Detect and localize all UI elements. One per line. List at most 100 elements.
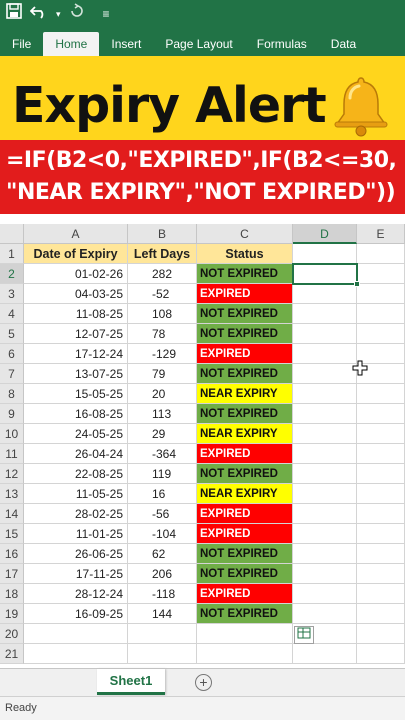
cell[interactable] [357, 264, 405, 284]
select-all-corner[interactable] [0, 224, 24, 244]
active-cell-d2[interactable] [292, 263, 358, 285]
tab-data[interactable]: Data [319, 32, 368, 56]
row-header[interactable]: 10 [0, 424, 24, 444]
cell[interactable] [293, 364, 357, 384]
cell[interactable] [128, 644, 197, 664]
cell[interactable] [357, 524, 405, 544]
tab-insert[interactable]: Insert [99, 32, 153, 56]
cell[interactable] [293, 544, 357, 564]
status-cell[interactable]: EXPIRED [197, 524, 293, 544]
column-header-d[interactable]: D [293, 224, 357, 244]
cell[interactable] [357, 404, 405, 424]
undo-icon[interactable] [29, 0, 48, 28]
row-header[interactable]: 19 [0, 604, 24, 624]
status-cell[interactable]: NOT EXPIRED [197, 544, 293, 564]
date-cell[interactable]: 17-11-25 [24, 564, 128, 584]
cell[interactable] [293, 504, 357, 524]
status-cell[interactable]: NOT EXPIRED [197, 264, 293, 284]
status-cell[interactable]: NOT EXPIRED [197, 324, 293, 344]
cell[interactable] [357, 564, 405, 584]
cell[interactable] [293, 384, 357, 404]
row-header[interactable]: 11 [0, 444, 24, 464]
cell[interactable] [293, 584, 357, 604]
date-cell[interactable]: 12-07-25 [24, 324, 128, 344]
cell[interactable] [357, 424, 405, 444]
redo-icon[interactable] [69, 0, 85, 28]
date-cell[interactable]: 01-02-26 [24, 264, 128, 284]
row-header[interactable]: 21 [0, 644, 24, 664]
sheet-tab-sheet1[interactable]: Sheet1 [97, 669, 165, 695]
status-cell[interactable]: NEAR EXPIRY [197, 484, 293, 504]
left-days-cell[interactable]: 144 [128, 604, 197, 624]
column-header-c[interactable]: C [197, 224, 293, 244]
fill-handle[interactable] [354, 281, 360, 287]
status-cell[interactable]: EXPIRED [197, 504, 293, 524]
date-cell[interactable]: 28-02-25 [24, 504, 128, 524]
header-cell-date-of-expiry[interactable]: Date of Expiry [24, 244, 128, 264]
tab-file[interactable]: File [0, 32, 43, 56]
left-days-cell[interactable]: 206 [128, 564, 197, 584]
row-header[interactable]: 16 [0, 544, 24, 564]
left-days-cell[interactable]: -129 [128, 344, 197, 364]
cell[interactable] [24, 644, 128, 664]
date-cell[interactable]: 04-03-25 [24, 284, 128, 304]
row-header[interactable]: 8 [0, 384, 24, 404]
left-days-cell[interactable]: 79 [128, 364, 197, 384]
cell[interactable] [197, 624, 293, 644]
date-cell[interactable]: 11-01-25 [24, 524, 128, 544]
status-cell[interactable]: EXPIRED [197, 344, 293, 364]
left-days-cell[interactable]: 29 [128, 424, 197, 444]
row-header[interactable]: 12 [0, 464, 24, 484]
column-header-e[interactable]: E [357, 224, 405, 244]
undo-dropdown-icon[interactable]: ▾ [56, 9, 61, 20]
left-days-cell[interactable]: -118 [128, 584, 197, 604]
left-days-cell[interactable]: 113 [128, 404, 197, 424]
row-header[interactable]: 2 [0, 264, 24, 284]
date-cell[interactable]: 13-07-25 [24, 364, 128, 384]
row-header[interactable]: 1 [0, 244, 24, 264]
cell[interactable] [357, 644, 405, 664]
date-cell[interactable]: 11-05-25 [24, 484, 128, 504]
row-header[interactable]: 3 [0, 284, 24, 304]
save-icon[interactable] [6, 0, 22, 28]
row-header[interactable]: 15 [0, 524, 24, 544]
cell[interactable] [293, 644, 357, 664]
date-cell[interactable]: 22-08-25 [24, 464, 128, 484]
tab-home[interactable]: Home [43, 32, 100, 56]
cell[interactable] [357, 384, 405, 404]
left-days-cell[interactable]: -364 [128, 444, 197, 464]
row-header[interactable]: 4 [0, 304, 24, 324]
column-header-b[interactable]: B [128, 224, 197, 244]
date-cell[interactable]: 15-05-25 [24, 384, 128, 404]
cell[interactable] [197, 644, 293, 664]
left-days-cell[interactable]: -104 [128, 524, 197, 544]
cell[interactable] [357, 484, 405, 504]
row-header[interactable]: 20 [0, 624, 24, 644]
cell[interactable] [357, 284, 405, 304]
status-cell[interactable]: EXPIRED [197, 444, 293, 464]
left-days-cell[interactable]: 16 [128, 484, 197, 504]
row-header[interactable]: 6 [0, 344, 24, 364]
cell[interactable] [293, 444, 357, 464]
status-cell[interactable]: NOT EXPIRED [197, 604, 293, 624]
status-cell[interactable]: EXPIRED [197, 584, 293, 604]
header-cell-status[interactable]: Status [197, 244, 293, 264]
row-header[interactable]: 18 [0, 584, 24, 604]
cell[interactable] [357, 244, 405, 264]
cell[interactable] [293, 304, 357, 324]
row-header[interactable]: 9 [0, 404, 24, 424]
quick-analysis-icon[interactable] [294, 626, 314, 644]
cell[interactable] [293, 244, 357, 264]
status-cell[interactable]: NOT EXPIRED [197, 304, 293, 324]
tab-page-layout[interactable]: Page Layout [153, 32, 244, 56]
tab-formulas[interactable]: Formulas [245, 32, 319, 56]
cell[interactable] [128, 624, 197, 644]
cell[interactable] [293, 484, 357, 504]
customize-toolbar-icon[interactable]: ≡ [103, 7, 110, 21]
cell[interactable] [357, 624, 405, 644]
date-cell[interactable]: 11-08-25 [24, 304, 128, 324]
cell[interactable] [293, 404, 357, 424]
row-header[interactable]: 7 [0, 364, 24, 384]
cell[interactable] [293, 564, 357, 584]
header-cell-left-days[interactable]: Left Days [128, 244, 197, 264]
